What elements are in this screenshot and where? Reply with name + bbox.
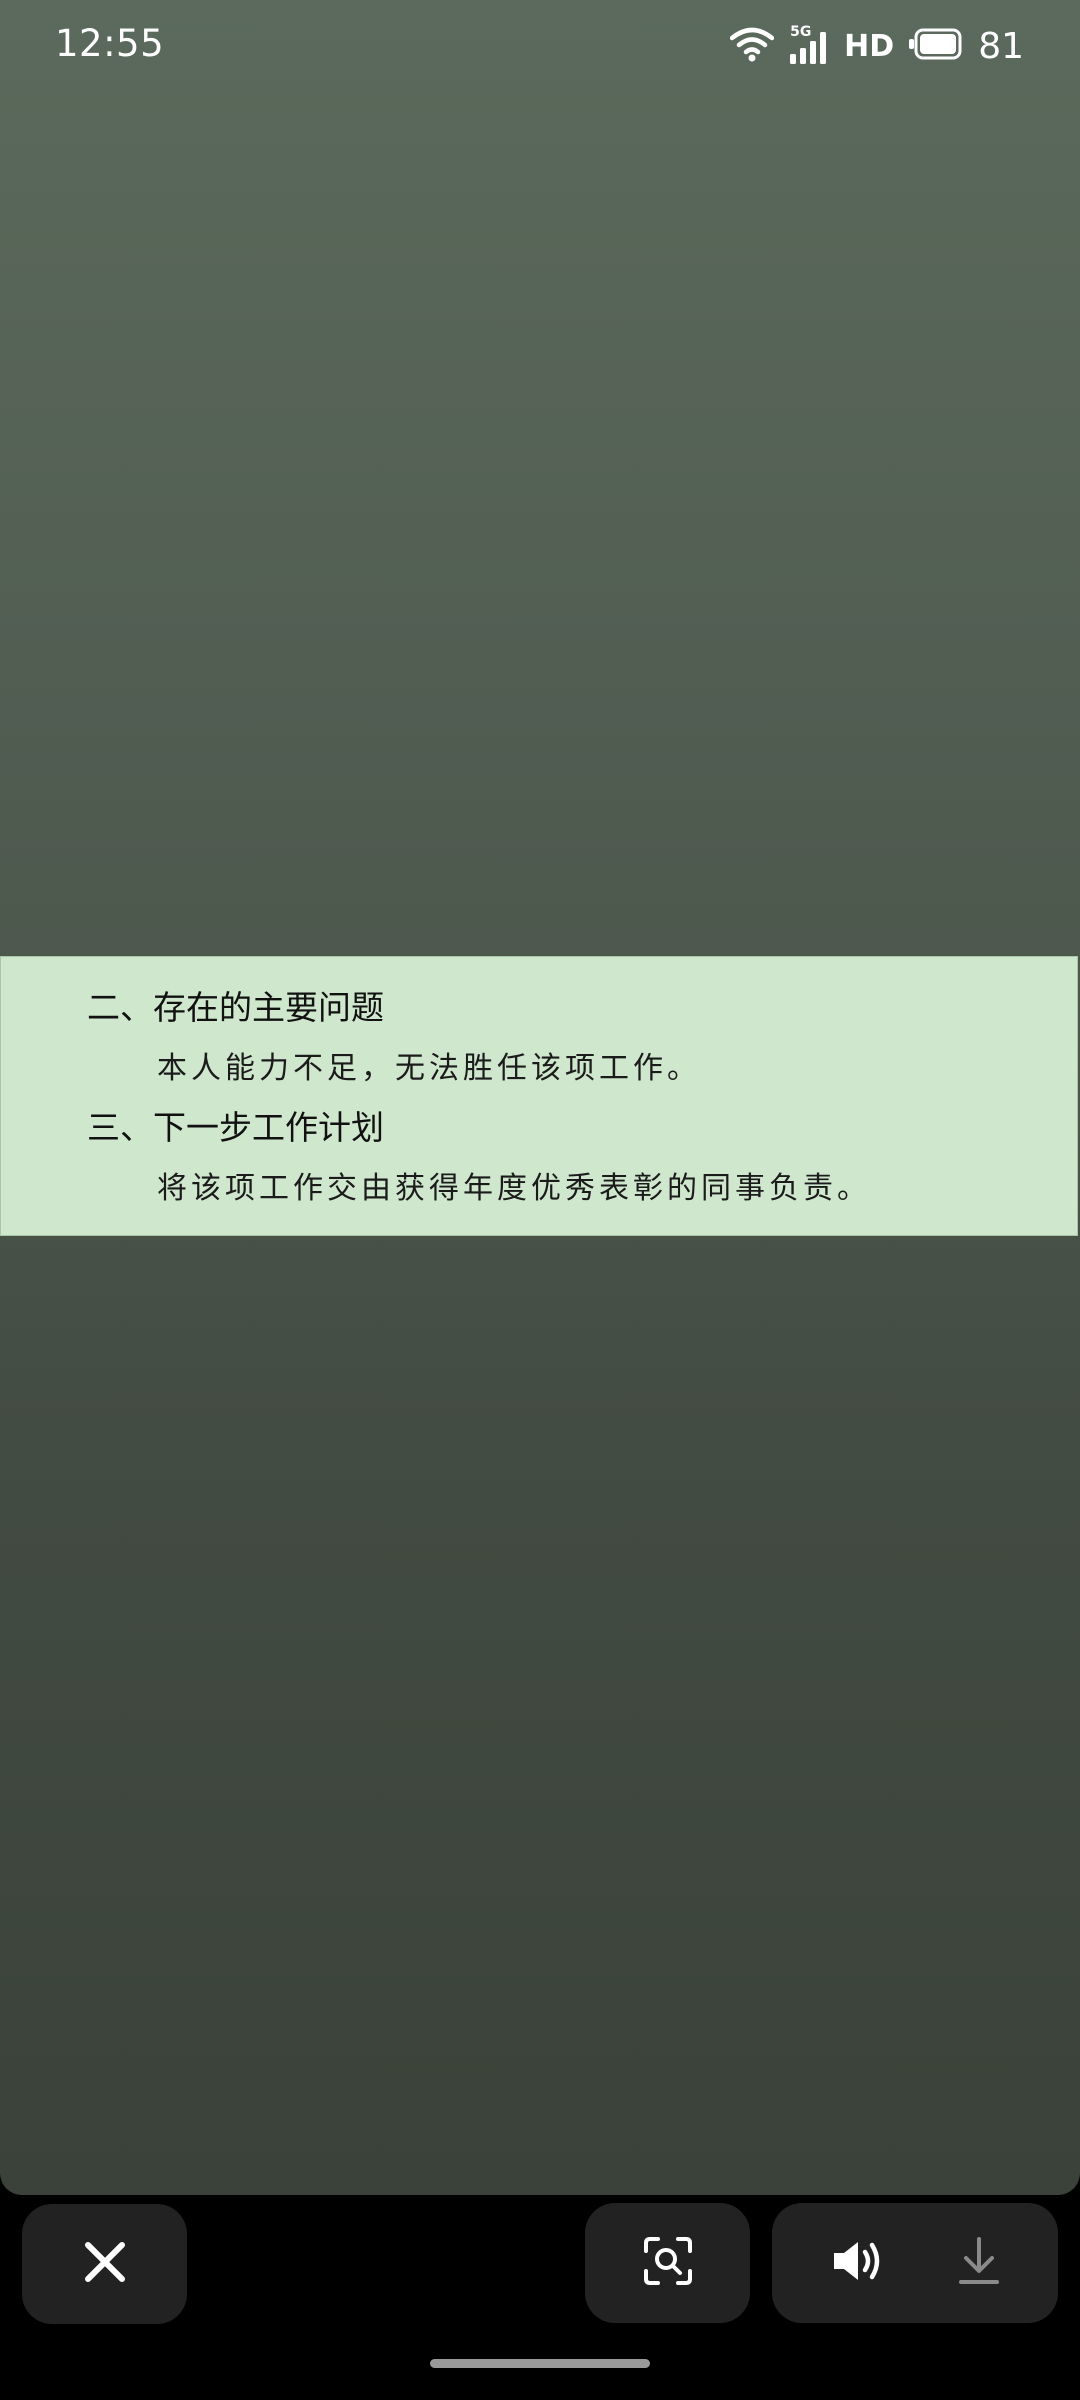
download-icon[interactable] <box>957 2236 1001 2290</box>
status-icons: 5G HD 81 <box>729 20 1024 72</box>
battery-level: 81 <box>978 25 1024 67</box>
section-body-next-steps: 将该项工作交由获得年度优秀表彰的同事负责。 <box>157 1171 871 1206</box>
image-search-icon <box>642 2235 694 2291</box>
document-image: 二、存在的主要问题 本人能力不足，无法胜任该项工作。 三、下一步工作计划 将该项… <box>0 956 1078 1236</box>
section-heading-next-steps: 三、下一步工作计划 <box>87 1108 384 1147</box>
home-indicator[interactable] <box>430 2359 650 2368</box>
image-viewer: 12:55 5G HD 81 二、存在的主要问题 本人能力不足，无法胜任该项工作… <box>0 0 1080 2195</box>
battery-icon <box>908 28 964 64</box>
close-button[interactable] <box>22 2204 187 2324</box>
speaker-icon[interactable] <box>830 2238 886 2288</box>
image-search-button[interactable] <box>585 2203 750 2323</box>
status-time: 12:55 <box>55 22 165 65</box>
close-icon <box>82 2239 128 2289</box>
section-heading-problems: 二、存在的主要问题 <box>87 988 384 1027</box>
status-bar: 12:55 5G HD 81 <box>0 0 1080 92</box>
section-body-problems: 本人能力不足，无法胜任该项工作。 <box>157 1051 701 1086</box>
media-controls <box>772 2203 1058 2323</box>
wifi-icon <box>729 26 775 66</box>
hd-label: HD <box>844 28 895 64</box>
cellular-signal-icon: 5G <box>788 24 830 66</box>
